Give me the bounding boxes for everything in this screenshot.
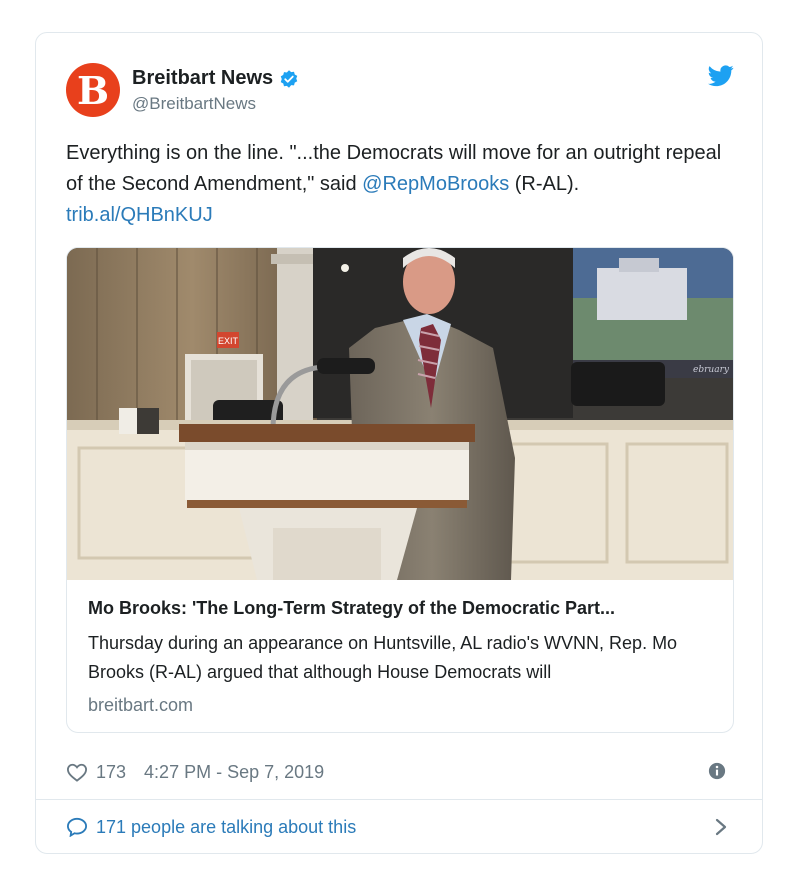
timestamp[interactable]: 4:27 PM - Sep 7, 2019	[144, 762, 324, 783]
mention-link[interactable]: @RepMoBrooks	[362, 173, 509, 195]
speech-bubble-icon	[66, 817, 88, 837]
tweet-header: B Breitbart News @BreitbartNews	[66, 61, 734, 121]
card-image[interactable]: EXIT ebruary	[67, 248, 733, 580]
exit-sign-text: EXIT	[218, 336, 239, 346]
author-block[interactable]: Breitbart News @BreitbartNews	[132, 67, 299, 114]
verified-badge-icon	[280, 69, 298, 88]
link-preview-card[interactable]: EXIT ebruary Mo Brooks: 'The Long-Term S…	[66, 247, 734, 733]
screen-text: ebruary	[693, 365, 730, 375]
divider	[36, 799, 762, 800]
tweet-text: Everything is on the line. "...the Democ…	[66, 138, 726, 231]
card-domain: breitbart.com	[88, 695, 194, 715]
like-count[interactable]: 173	[96, 762, 126, 783]
card-title[interactable]: Mo Brooks: 'The Long-Term Strategy of th…	[88, 598, 718, 619]
avatar-logo-letter: B	[76, 68, 110, 113]
tweet-meta: 173 4:27 PM - Sep 7, 2019	[66, 759, 732, 785]
chevron-right-icon[interactable]	[714, 817, 728, 837]
card-body[interactable]: Mo Brooks: 'The Long-Term Strategy of th…	[88, 598, 718, 716]
author-name-row[interactable]: Breitbart News	[132, 67, 299, 90]
card-photo-illustration: EXIT ebruary	[67, 248, 733, 580]
conversation-link[interactable]: 171 people are talking about this	[66, 813, 732, 841]
twitter-bird-icon[interactable]	[708, 65, 734, 87]
info-icon[interactable]	[708, 762, 726, 780]
heart-icon[interactable]	[66, 762, 88, 782]
tweet-embed: B Breitbart News @BreitbartNews Everythi…	[35, 32, 763, 854]
author-handle[interactable]: @BreitbartNews	[132, 94, 299, 114]
avatar[interactable]: B	[66, 63, 120, 117]
tweet-text-middle: (R-AL).	[509, 173, 580, 195]
conversation-count-text[interactable]: 171 people are talking about this	[96, 817, 356, 838]
author-name[interactable]: Breitbart News	[132, 67, 273, 90]
card-description: Thursday during an appearance on Huntsvi…	[88, 633, 678, 682]
short-link[interactable]: trib.al/QHBnKUJ	[66, 204, 213, 226]
